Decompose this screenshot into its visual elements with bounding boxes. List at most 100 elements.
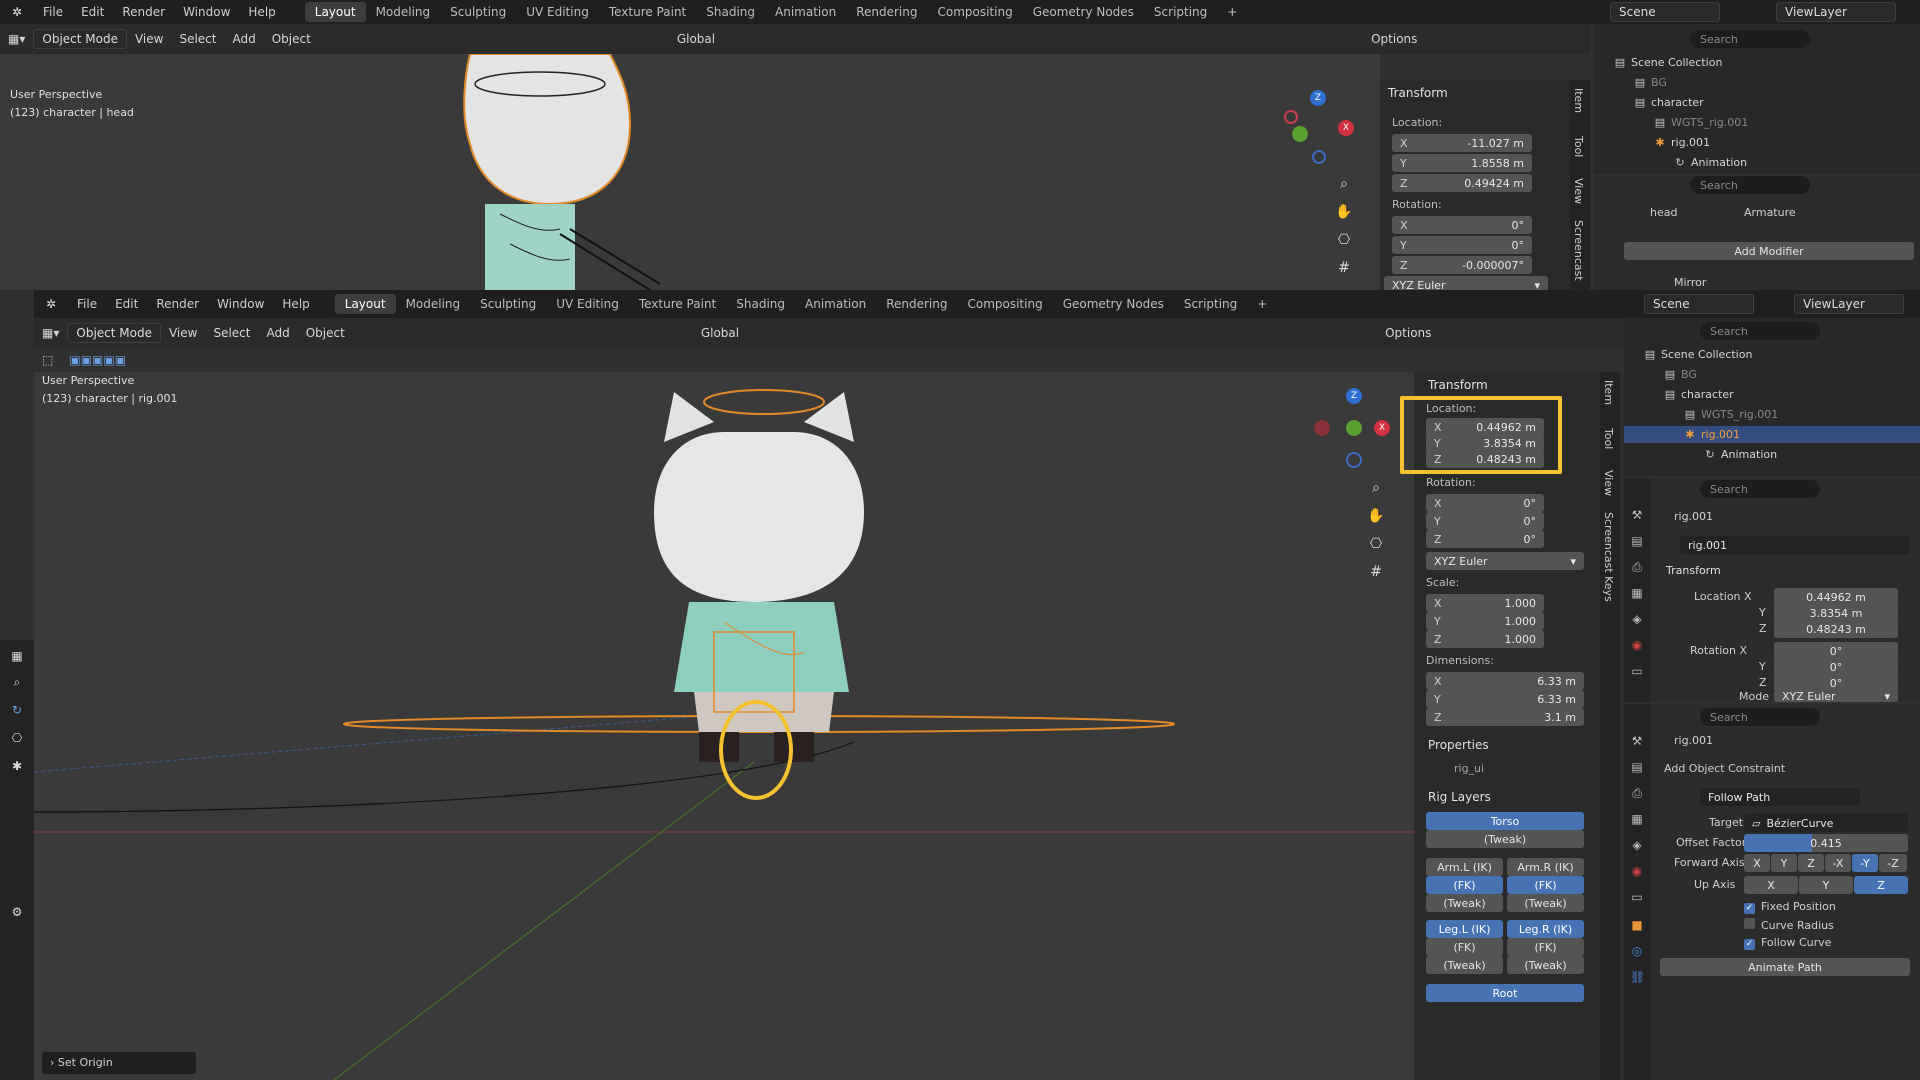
arm-l-ik-button[interactable]: Arm.L (IK): [1426, 858, 1503, 876]
forward-axis-neg-z[interactable]: -Z: [1879, 854, 1907, 872]
leg-r-tweak-button[interactable]: (Tweak): [1507, 956, 1584, 974]
tab-layout[interactable]: Layout: [334, 294, 396, 314]
camera-icon[interactable]: ⎔: [5, 726, 29, 750]
gizmo-neg-x-icon[interactable]: [1314, 420, 1330, 436]
outliner-row-wgts[interactable]: ▤ WGTS_rig.001: [1594, 114, 1920, 131]
scale-y-field[interactable]: Y 1.000: [1426, 612, 1544, 630]
add-object-constraint-button[interactable]: Add Object Constraint: [1664, 762, 1914, 775]
render-properties-icon[interactable]: ▤: [1630, 760, 1644, 774]
dimensions-y-field[interactable]: Y 6.33 m: [1426, 690, 1584, 708]
editor-type-icon[interactable]: ▦▾: [0, 29, 33, 49]
tool-properties-icon[interactable]: ⚒: [1630, 734, 1644, 748]
tab-sculpting[interactable]: Sculpting: [470, 294, 546, 314]
gizmo-x-axis-icon[interactable]: X: [1338, 120, 1354, 136]
tab-item-top[interactable]: Item: [1572, 88, 1585, 113]
viewport-top[interactable]: User Perspective (123) character | head …: [0, 54, 1380, 290]
tab-rendering[interactable]: Rendering: [876, 294, 957, 314]
view-menu[interactable]: View: [161, 323, 205, 343]
gizmo-z-axis-icon[interactable]: Z: [1346, 388, 1362, 404]
curve-radius-checkbox[interactable]: Curve Radius: [1744, 918, 1834, 932]
animate-path-button[interactable]: Animate Path: [1660, 958, 1910, 976]
world-properties-icon[interactable]: ◉: [1630, 638, 1644, 652]
scene-properties-icon[interactable]: ◈: [1630, 838, 1644, 852]
transform-header[interactable]: Transform: [1388, 86, 1448, 100]
options-button[interactable]: Options: [1377, 323, 1439, 343]
hand-pan-icon[interactable]: ✋: [1332, 200, 1356, 224]
camera-icon[interactable]: ⎔: [1364, 532, 1388, 556]
orientation-dropdown[interactable]: Global: [693, 323, 747, 343]
scene-selector[interactable]: Scene: [1644, 294, 1754, 314]
torso-button[interactable]: Torso: [1426, 812, 1584, 830]
tab-compositing[interactable]: Compositing: [957, 294, 1052, 314]
properties-header[interactable]: Properties: [1428, 738, 1489, 752]
arm-r-fk-button[interactable]: (FK): [1507, 876, 1584, 894]
outliner-row-rig[interactable]: ✱ rig.001: [1624, 426, 1920, 443]
leg-r-fk-button[interactable]: (FK): [1507, 938, 1584, 956]
viewlayer-selector[interactable]: ViewLayer: [1794, 294, 1904, 314]
viewport-main[interactable]: User Perspective (123) character | rig.0…: [34, 372, 1414, 1080]
rotation-mode-dropdown[interactable]: XYZ Euler ▾: [1774, 690, 1898, 703]
view-layer-icon[interactable]: ▦: [1630, 812, 1644, 826]
follow-path-constraint-name[interactable]: Follow Path: [1700, 788, 1860, 806]
view-layer-icon[interactable]: ▦: [1630, 586, 1644, 600]
blender-logo-icon[interactable]: ✲: [34, 297, 68, 311]
fixed-position-checkbox[interactable]: ✓ Fixed Position: [1744, 900, 1836, 914]
tab-rendering[interactable]: Rendering: [846, 2, 927, 22]
outliner-search-top[interactable]: Search: [1690, 30, 1810, 48]
tab-modeling[interactable]: Modeling: [396, 294, 471, 314]
hand-pan-icon[interactable]: ✋: [1364, 504, 1388, 528]
arm-l-fk-button[interactable]: (FK): [1426, 876, 1503, 894]
arm-r-tweak-button[interactable]: (Tweak): [1507, 894, 1584, 912]
zoom-icon[interactable]: ⌕: [1332, 172, 1356, 196]
tab-uv-editing[interactable]: UV Editing: [546, 294, 629, 314]
up-axis-y[interactable]: Y: [1799, 876, 1853, 894]
location-z-field-top[interactable]: Z 0.49424 m: [1392, 174, 1532, 192]
menu-window[interactable]: Window: [208, 297, 273, 311]
object-properties-icon[interactable]: ■: [1630, 918, 1644, 932]
outliner-row-scene-collection[interactable]: ▤ Scene Collection: [1624, 346, 1920, 363]
menu-render[interactable]: Render: [147, 297, 208, 311]
output-properties-icon[interactable]: ⎙: [1630, 786, 1644, 800]
menu-edit[interactable]: Edit: [72, 5, 113, 19]
render-properties-icon[interactable]: ▤: [1630, 534, 1644, 548]
constraint-properties-icon[interactable]: ⛓: [1630, 970, 1645, 984]
navigation-gizmo-main[interactable]: Z X: [1314, 388, 1394, 468]
properties-search[interactable]: Search: [1700, 480, 1820, 498]
settings-icon[interactable]: ⚙: [5, 900, 29, 924]
up-axis-z[interactable]: Z: [1854, 876, 1908, 894]
object-name-field[interactable]: rig.001: [1680, 536, 1910, 554]
rotation-y-field-top[interactable]: Y 0°: [1392, 236, 1532, 254]
tab-view[interactable]: View: [1602, 470, 1615, 496]
menu-file[interactable]: File: [34, 5, 72, 19]
forward-axis-y[interactable]: Y: [1771, 854, 1797, 872]
menu-render[interactable]: Render: [113, 5, 174, 19]
select-mode-icons[interactable]: ▣▣▣▣▣: [61, 350, 134, 370]
tab-scripting[interactable]: Scripting: [1144, 2, 1217, 22]
select-menu[interactable]: Select: [171, 29, 224, 49]
add-workspace-button[interactable]: +: [1217, 2, 1247, 22]
euler-dropdown[interactable]: XYZ Euler ▾: [1426, 552, 1584, 570]
tab-sculpting[interactable]: Sculpting: [440, 2, 516, 22]
add-menu[interactable]: Add: [224, 29, 263, 49]
editor-type-icon[interactable]: ▦▾: [34, 323, 67, 343]
dimensions-z-field[interactable]: Z 3.1 m: [1426, 708, 1584, 726]
outliner-row-bg[interactable]: ▤ BG: [1624, 366, 1920, 383]
grid-icon[interactable]: #: [1332, 256, 1356, 280]
tab-texture-paint[interactable]: Texture Paint: [629, 294, 726, 314]
leg-l-tweak-button[interactable]: (Tweak): [1426, 956, 1503, 974]
tab-shading[interactable]: Shading: [696, 2, 765, 22]
rotation-y-field[interactable]: Y 0°: [1426, 512, 1544, 530]
location-y-field-top[interactable]: Y 1.8558 m: [1392, 154, 1532, 172]
rotation-z-field[interactable]: Z 0°: [1426, 530, 1544, 548]
menu-help[interactable]: Help: [239, 5, 284, 19]
world-properties-icon[interactable]: ◉: [1630, 864, 1644, 878]
add-modifier-button[interactable]: Add Modifier: [1624, 242, 1914, 260]
armature-icon[interactable]: ✱: [5, 754, 29, 778]
add-menu[interactable]: Add: [258, 323, 297, 343]
search-icon[interactable]: ⌕: [5, 670, 29, 694]
transform-header[interactable]: Transform: [1428, 378, 1488, 392]
output-properties-icon[interactable]: ⎙: [1630, 560, 1644, 574]
mirror-modifier-label[interactable]: Mirror: [1674, 276, 1706, 289]
prop-location-z-field[interactable]: 0.48243 m: [1774, 620, 1898, 638]
menu-window[interactable]: Window: [174, 5, 239, 19]
